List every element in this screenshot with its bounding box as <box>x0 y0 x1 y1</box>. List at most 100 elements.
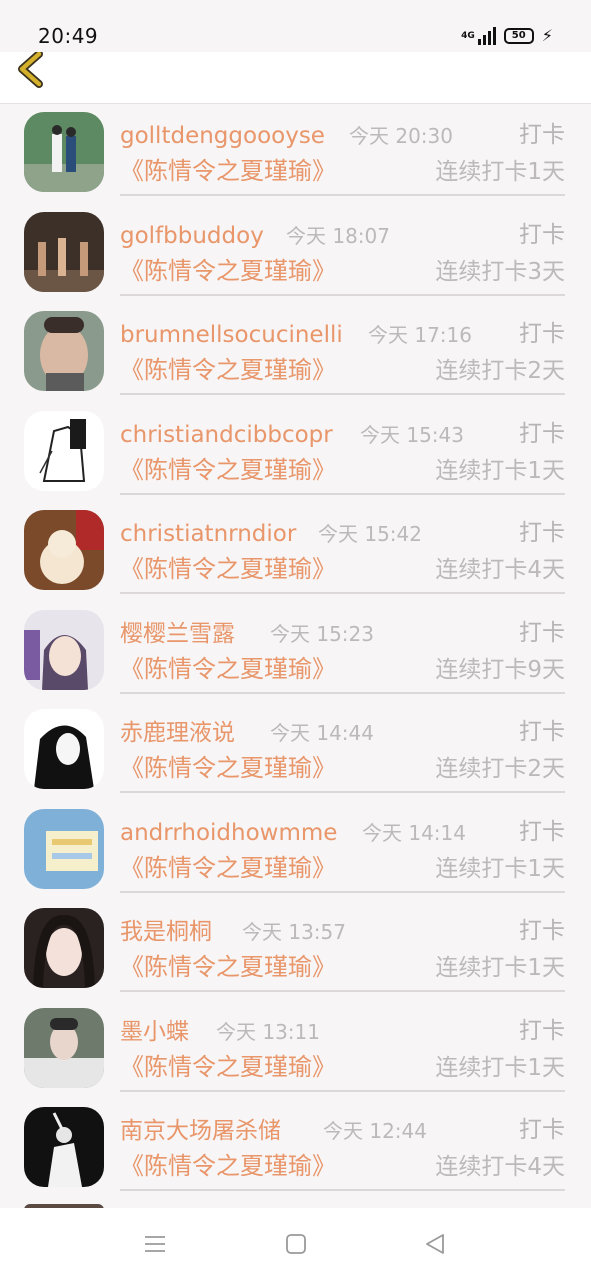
avatar-image <box>24 211 104 292</box>
checkin-time: 今天 13:11 <box>216 1019 320 1044</box>
user-name[interactable]: christiandcibbcopr <box>120 421 333 449</box>
checkin-streak: 连续打卡1天 <box>435 855 565 882</box>
list-item[interactable]: 墨小蝶 今天 13:11 打卡《陈情令之夏瑾瑜》 连续打卡1天 <box>0 1000 591 1100</box>
user-name[interactable]: 墨小蝶 <box>120 1018 189 1046</box>
back-icon <box>426 1234 444 1254</box>
user-name[interactable]: 樱樱兰雪露 <box>120 620 235 648</box>
checkin-action: 打卡 <box>519 122 565 148</box>
checkin-streak: 连续打卡3天 <box>435 258 565 285</box>
avatar[interactable] <box>24 211 104 292</box>
book-title[interactable]: 《陈情令之夏瑾瑜》 <box>120 753 336 783</box>
checkin-action: 打卡 <box>519 420 565 447</box>
checkin-time: 今天 18:07 <box>286 223 390 248</box>
divider <box>120 293 565 296</box>
menu-button[interactable] <box>143 1232 167 1256</box>
divider <box>120 393 565 395</box>
user-name[interactable]: golltdenggoooyse <box>120 122 325 150</box>
avatar-image <box>24 709 104 789</box>
divider <box>120 1189 565 1191</box>
checkin-streak: 连续打卡1天 <box>435 457 565 484</box>
back-button[interactable] <box>14 50 50 88</box>
list-item[interactable]: 南京大场屠杀储 今天 12:44 打卡 《陈情令之夏瑾瑜》 连续打卡4天 <box>0 1099 591 1199</box>
list-item[interactable]: christiandcibbcopr 今天 15:43 打卡《陈情令之夏瑾瑜》 连续打… <box>0 403 591 503</box>
book-title[interactable]: 《陈情令之夏瑾瑜》 <box>120 1151 336 1181</box>
avatar-image <box>24 1007 104 1088</box>
divider <box>120 492 565 495</box>
divider <box>120 890 565 893</box>
book-title[interactable]: 《陈情令之夏瑾瑜》 <box>120 355 336 385</box>
checkin-time: 今天 13:57 <box>242 920 346 944</box>
user-name[interactable]: 南京大场屠杀储 <box>120 1117 281 1145</box>
charging-icon: ⚡︎ <box>541 26 553 45</box>
checkin-streak: 连续打卡1天 <box>435 159 565 185</box>
checkin-action: 打卡 <box>519 1017 565 1044</box>
user-name[interactable]: andrrhoidhowmme <box>120 819 337 847</box>
signal-icon: 4G <box>461 27 496 45</box>
list-item[interactable]: 赤鹿理液说 今天 14:44 打卡《陈情令之夏瑾瑜》 连续打卡2天 <box>0 701 591 801</box>
home-icon <box>286 1234 306 1254</box>
avatar[interactable] <box>24 510 104 590</box>
checkin-streak: 连续打卡1天 <box>435 955 565 981</box>
user-name[interactable]: 赤鹿理液说 <box>120 719 235 747</box>
avatar[interactable] <box>24 1107 104 1187</box>
home-button[interactable] <box>284 1232 308 1256</box>
checkin-time: 今天 15:42 <box>318 522 422 546</box>
avatar[interactable] <box>24 709 104 789</box>
system-nav-bar <box>0 1208 591 1280</box>
divider <box>120 194 565 196</box>
avatar[interactable] <box>24 410 104 491</box>
list-item[interactable]: golltdenggoooyse 今天 20:30 打卡《陈情令之夏瑾瑜》 连续打卡1… <box>0 104 591 204</box>
user-name[interactable]: golfbbuddoy <box>120 222 264 250</box>
book-title[interactable]: 《陈情令之夏瑾瑜》 <box>120 853 336 883</box>
checkin-time: 今天 14:44 <box>270 721 374 745</box>
book-title[interactable]: 《陈情令之夏瑾瑜》 <box>120 654 336 684</box>
user-name[interactable]: christiatnrndior <box>120 520 296 548</box>
checkin-action: 打卡 <box>519 1117 565 1143</box>
checkin-time: 今天 17:16 <box>368 323 472 347</box>
list-item[interactable]: christiatnrndior 今天 15:42 打卡 《陈情令之夏瑾瑜》 连续打卡4… <box>0 502 591 602</box>
checkin-action: 打卡 <box>519 719 565 745</box>
list-item[interactable]: golfbbuddoy 今天 18:07 打卡 《陈情令之夏瑾瑜》 连续打卡3天 <box>0 204 591 304</box>
avatar[interactable] <box>24 808 104 889</box>
avatar-image <box>24 609 104 690</box>
checkin-streak: 连续打卡2天 <box>435 358 565 384</box>
book-title[interactable]: 《陈情令之夏瑾瑜》 <box>120 156 336 186</box>
network-type: 4G <box>461 30 475 41</box>
book-title[interactable]: 《陈情令之夏瑾瑜》 <box>120 256 336 286</box>
avatar-image <box>24 908 104 988</box>
list-item[interactable]: 我是桐桐 今天 13:57 打卡《陈情令之夏瑾瑜》 连续打卡1天 <box>0 900 591 1000</box>
avatar-image <box>24 311 104 391</box>
user-name[interactable]: brumnellsocucinelli <box>120 321 343 349</box>
list-item[interactable]: andrrhoidhowmme 今天 14:14 打卡 《陈情令之夏瑾瑜》 连续打卡1天 <box>0 801 591 901</box>
avatar-image <box>24 510 104 590</box>
book-title[interactable]: 《陈情令之夏瑾瑜》 <box>120 1052 336 1082</box>
checkin-streak: 连续打卡2天 <box>435 756 565 782</box>
checkin-action: 打卡 <box>519 619 565 646</box>
checkin-time: 今天 15:43 <box>360 422 464 447</box>
avatar[interactable] <box>24 311 104 391</box>
avatar[interactable] <box>24 908 104 988</box>
checkin-streak: 连续打卡4天 <box>435 1154 565 1180</box>
user-name[interactable]: 我是桐桐 <box>120 918 212 946</box>
list-item[interactable]: 樱樱兰雪露 今天 15:23 打卡 《陈情令之夏瑾瑜》 连续打卡9天 <box>0 602 591 702</box>
top-bar <box>0 50 591 104</box>
divider <box>120 1089 565 1092</box>
list-item[interactable]: brumnellsocucinelli 今天 17:16 打卡 《陈情令之夏瑾瑜》 连续… <box>0 303 591 403</box>
book-title[interactable]: 《陈情令之夏瑾瑜》 <box>120 455 336 485</box>
avatar-image <box>24 808 104 889</box>
avatar[interactable] <box>24 112 104 192</box>
back-nav-button[interactable] <box>423 1232 447 1256</box>
checkin-time: 今天 20:30 <box>349 124 453 148</box>
status-bar: 20:49 4G 50 ⚡︎ <box>0 0 591 52</box>
checkin-time: 今天 14:14 <box>362 820 466 845</box>
avatar[interactable] <box>24 609 104 690</box>
book-title[interactable]: 《陈情令之夏瑾瑜》 <box>120 554 336 584</box>
checkin-action: 打卡 <box>519 918 565 944</box>
checkin-list: golltdenggoooyse 今天 20:30 打卡 《陈情令之夏瑾瑜》 连续打卡1… <box>0 104 591 1199</box>
checkin-streak: 连续打卡1天 <box>435 1054 565 1081</box>
checkin-time: 今天 15:23 <box>270 621 374 646</box>
book-title[interactable]: 《陈情令之夏瑾瑜》 <box>120 952 336 982</box>
avatar[interactable] <box>24 1007 104 1088</box>
status-icons: 4G 50 ⚡︎ <box>461 25 553 47</box>
battery-icon: 50 <box>503 28 534 44</box>
